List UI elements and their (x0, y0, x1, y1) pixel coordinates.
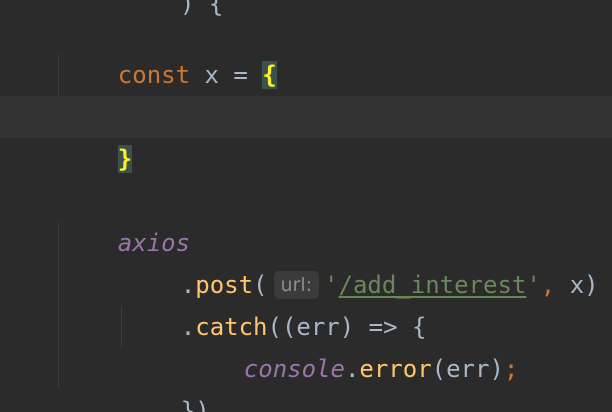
code-line-close-brace[interactable]: } (0, 96, 612, 173)
code-line-close[interactable]: }) (0, 348, 612, 412)
code-line-axios[interactable]: axios (0, 180, 612, 257)
matched-brace-close: } (117, 145, 133, 173)
code-line-catch[interactable]: .catch((err) => { (0, 264, 612, 341)
code-line-name-property[interactable]: name: this.state.value (0, 54, 612, 131)
code-line-post[interactable]: .post(url: '/add_interest', x) (0, 222, 612, 299)
code-editor[interactable]: ) { const x = { name: this.state.value }… (0, 0, 612, 412)
closing-brace-paren: }) (180, 397, 210, 412)
code-line-console-error[interactable]: console.error(err); (0, 306, 612, 383)
code-line-const[interactable]: const x = { (0, 12, 612, 89)
